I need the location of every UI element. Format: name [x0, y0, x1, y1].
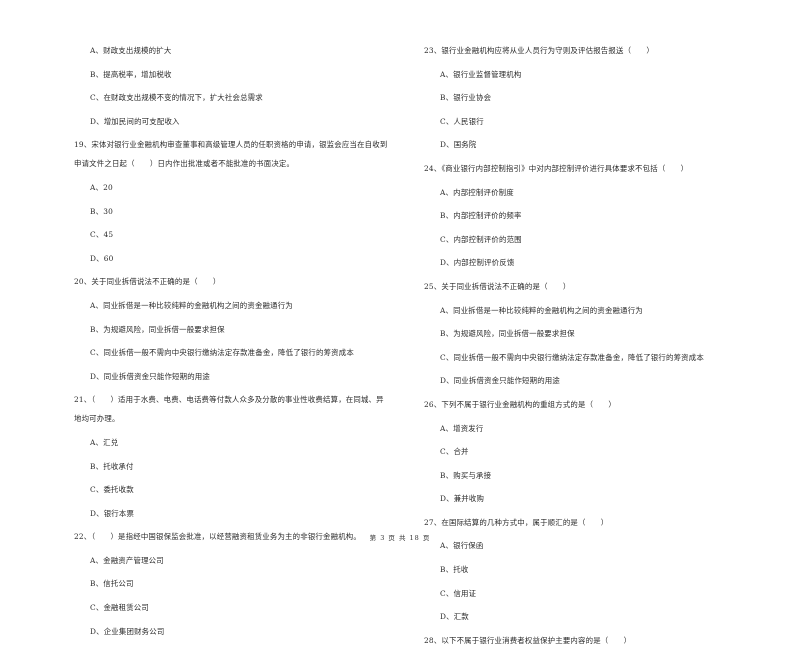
q18-option-d: D、增加民间的可支配收入 [90, 116, 180, 126]
q24-option-c: C、内部控制评价的范围 [440, 234, 522, 244]
q19-option-b: B、30 [90, 206, 114, 216]
q23-option-a: A、银行业监督管理机构 [440, 69, 522, 79]
q23-stem: 23、银行业金融机构应将从业人员行为守则及评估报告报送（ ） [424, 46, 654, 55]
q21-option-c: C、委托收款 [90, 485, 134, 495]
q20-option-c: C、同业拆借一般不需向中央银行缴纳法定存款准备金，降低了银行的筹资成本 [90, 348, 354, 358]
q22-option-c: C、金融租赁公司 [90, 603, 149, 613]
q27-option-c: C、信用证 [440, 588, 477, 598]
q19-stem-line1: 19、宋体对银行业金融机构审查董事和高级管理人员的任职资格的申请，银监会应当在自… [74, 140, 388, 150]
right-column: 23、银行业金融机构应将从业人员行为守则及评估报告报送（ ） A、银行业监督管理… [424, 44, 744, 657]
q22-option-b: B、信托公司 [90, 579, 134, 589]
q21-option-a: A、汇兑 [90, 437, 119, 447]
q26-option-a: A、增资发行 [440, 423, 484, 433]
q26-option-b: B、购买与承接 [440, 470, 492, 480]
q22-option-d: D、企业集团财务公司 [90, 626, 165, 636]
left-column: A、财政支出规模的扩大 B、提高税率，增加税收 C、在财政支出规模不变的情况下，… [74, 44, 414, 648]
q20-option-d: D、同业拆借资金只能作短期的用途 [90, 371, 210, 381]
q26-option-c: C、合并 [440, 447, 469, 457]
q24-option-b: B、内部控制评价的频率 [440, 211, 522, 221]
q20-option-b: B、为规避风险，同业拆借一般要求担保 [90, 324, 225, 334]
q24-stem: 24、《商业银行内部控制指引》中对内部控制评价进行具体要求不包括（ ） [424, 163, 689, 173]
q19-option-c: C、45 [90, 230, 114, 240]
q24-option-a: A、内部控制评价制度 [440, 187, 514, 197]
q27-option-d: D、汇款 [440, 612, 469, 622]
q22-option-a: A、金融资产管理公司 [90, 555, 164, 565]
q26-stem: 26、下列不属于银行业金融机构的重组方式的是（ ） [424, 399, 616, 409]
q19-option-a: A、20 [90, 182, 113, 192]
q20-stem: 20、关于同业拆借说法不正确的是（ ） [74, 277, 221, 287]
q21-option-d: D、银行本票 [90, 508, 135, 518]
q27-option-a: A、银行保函 [440, 541, 484, 551]
q25-option-d: D、同业拆借资金只能作短期的用途 [440, 376, 560, 386]
q27-option-b: B、托收 [440, 565, 469, 575]
q25-stem: 25、关于同业拆借说法不正确的是（ ） [424, 281, 571, 291]
q23-option-b: B、银行业协会 [440, 93, 492, 103]
q23-option-d: D、国务院 [440, 140, 477, 150]
q18-option-b: B、提高税率，增加税收 [90, 69, 172, 79]
q19-stem-line2: 申请文件之日起（ ）日内作出批准或者不能批准的书面决定。 [74, 159, 295, 169]
q28-stem: 28、以下不属于银行业消费者权益保护主要内容的是（ ） [424, 635, 632, 645]
q18-option-a: A、财政支出规模的扩大 [90, 46, 172, 55]
q21-stem-line1: 21、（ ）适用于水费、电费、电话费等付款人众多及分散的事业性收费结算，在同城、… [74, 395, 384, 405]
q21-stem-line2: 地均可办理。 [74, 414, 120, 424]
q18-option-c: C、在财政支出规模不变的情况下，扩大社会总需求 [90, 93, 263, 103]
q25-option-c: C、同业拆借一般不需向中央银行缴纳法定存款准备金，降低了银行的筹资成本 [440, 352, 704, 362]
q20-option-a: A、同业拆借是一种比较纯粹的金融机构之间的资金融通行为 [90, 300, 293, 310]
q19-option-d: D、60 [90, 253, 114, 263]
q21-option-b: B、托收承付 [90, 461, 134, 471]
q26-option-d: D、兼并收购 [440, 494, 485, 504]
q23-option-c: C、人民银行 [440, 116, 484, 126]
q24-option-d: D、内部控制评价反馈 [440, 258, 515, 268]
q25-option-a: A、同业拆借是一种比较纯粹的金融机构之间的资金融通行为 [440, 305, 643, 315]
q25-option-b: B、为规避风险，同业拆借一般要求担保 [440, 329, 575, 339]
page-footer: 第 3 页 共 18 页 [369, 534, 431, 542]
